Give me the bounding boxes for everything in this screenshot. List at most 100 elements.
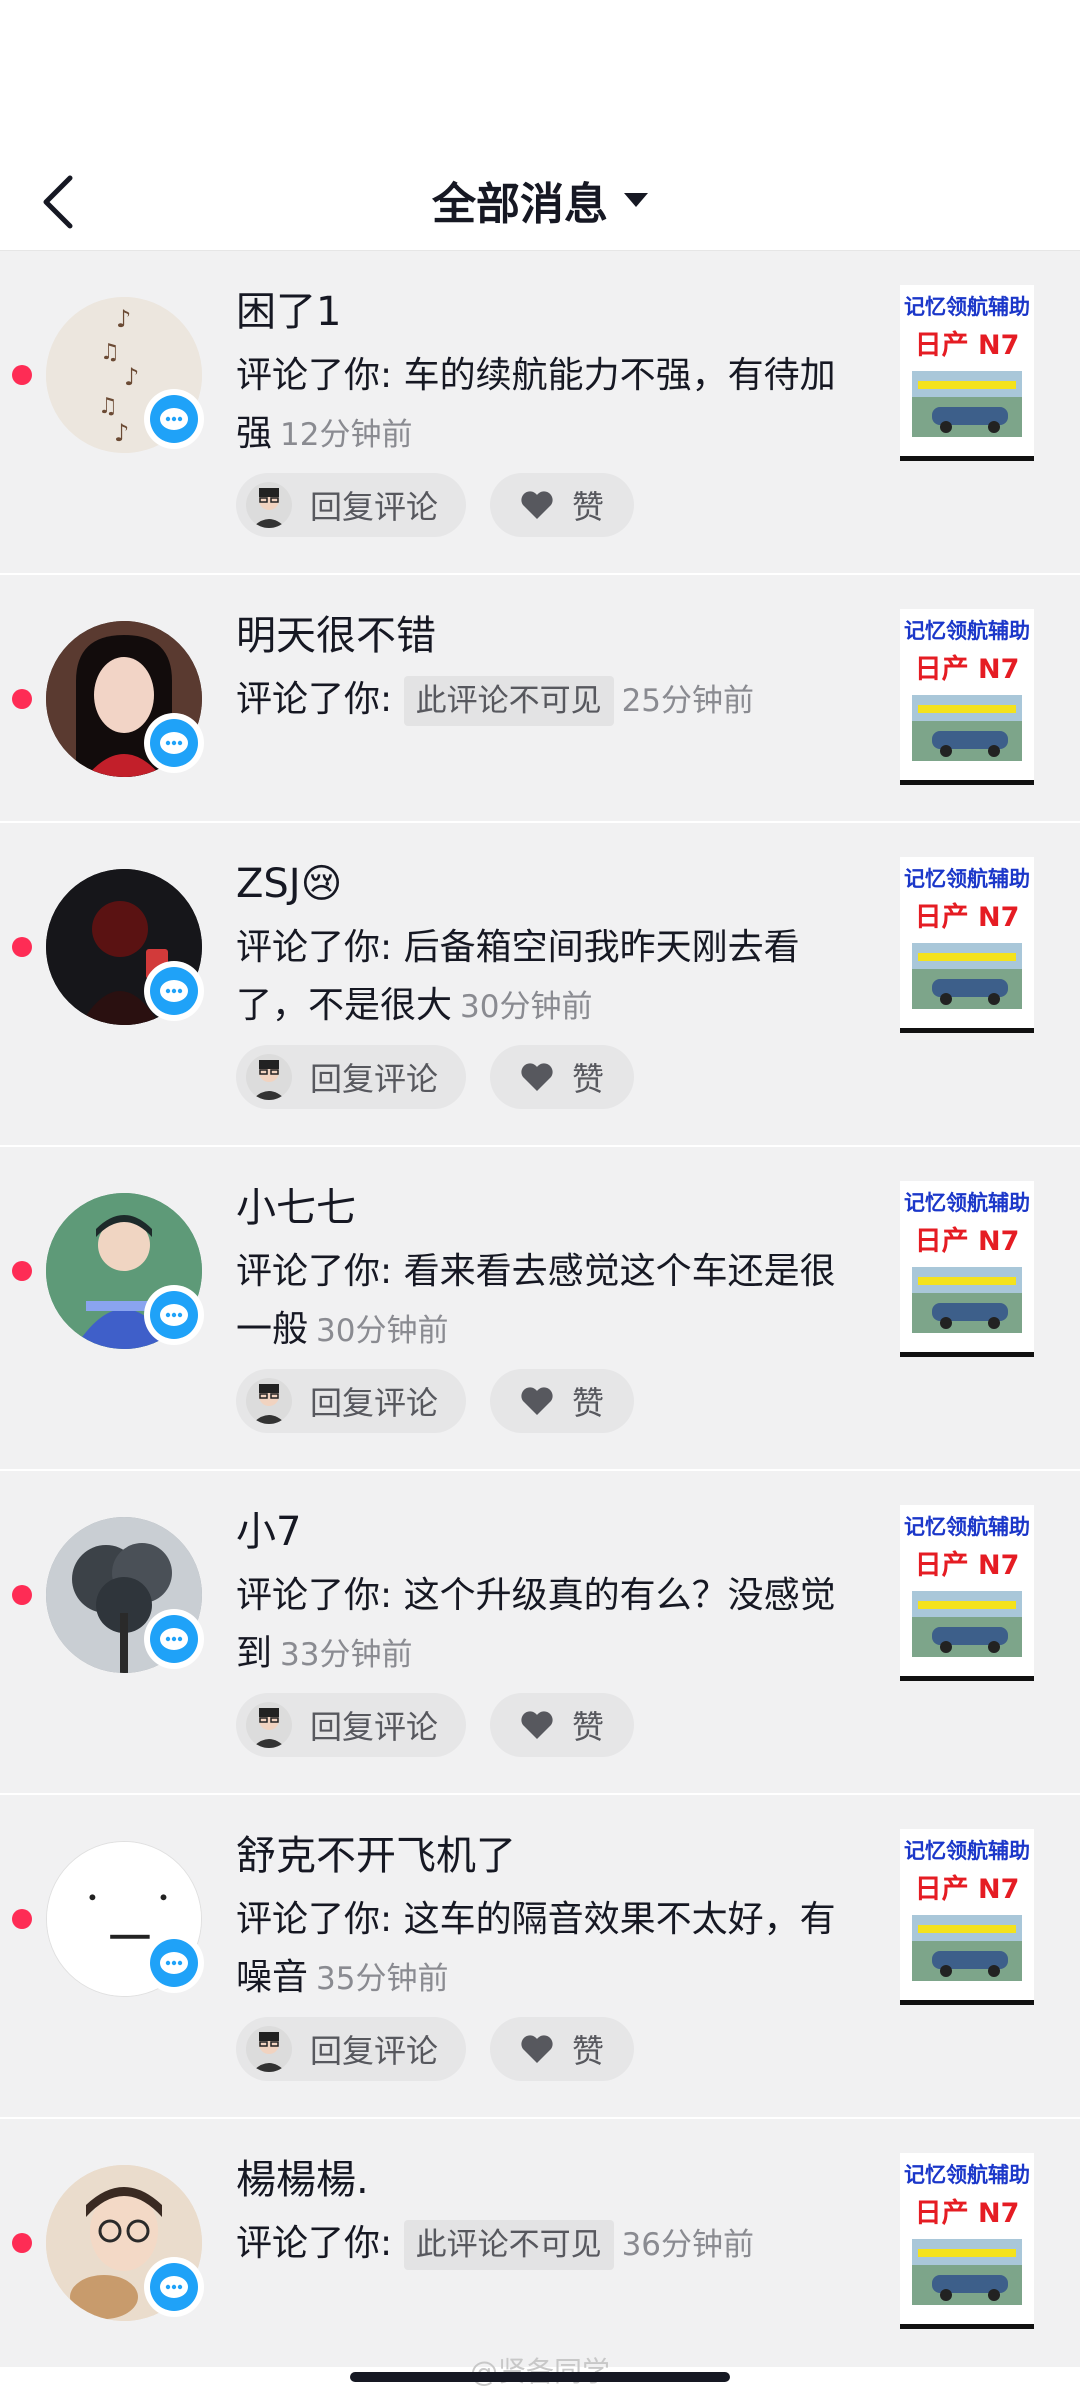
message-item[interactable]: ♪ ♫ ♪ ♫ ♪ 困了1 评论了你: 车的续航能力不强，有待加强12分钟前	[0, 251, 1080, 575]
heart-icon	[521, 1387, 553, 1415]
message-item[interactable]: 舒克不开飞机了 评论了你: 这车的隔音效果不太好，有噪音 35分钟前 回复评论 赞…	[0, 1795, 1080, 2119]
thumbnail-caption-top: 记忆领航辅助	[904, 295, 1030, 319]
thumbnail-caption-title: 日产 N7	[914, 1550, 1020, 1581]
comment-prefix: 评论了你:	[236, 1251, 404, 1292]
comment-badge-icon	[144, 1609, 204, 1669]
like-button[interactable]: 赞	[490, 1693, 635, 1757]
message-item[interactable]: 小7 评论了你: 这个升级真的有么？没感觉到 33分钟前 回复评论 赞 记忆领航辅…	[0, 1471, 1080, 1795]
comment-text: 评论了你: 后备箱空间我昨天刚去看了，不是很大 30分钟前	[236, 919, 856, 1036]
user-name[interactable]: 困了1	[236, 287, 856, 339]
comment-prefix: 评论了你:	[236, 679, 404, 720]
like-button[interactable]: 赞	[490, 1045, 635, 1109]
unread-dot	[12, 1261, 32, 1281]
comment-text: 评论了你: 这车的隔音效果不太好，有噪音 35分钟前	[236, 1891, 856, 2008]
thumbnail-caption-top: 记忆领航辅助	[904, 1191, 1030, 1215]
reply-comment-button[interactable]: 回复评论	[236, 1693, 467, 1757]
comment-badge-icon	[144, 713, 204, 773]
thumbnail-caption-top: 记忆领航辅助	[904, 619, 1030, 643]
message-item[interactable]: 小七七 评论了你: 看来看去感觉这个车还是很一般 30分钟前 回复评论 赞 记忆领…	[0, 1147, 1080, 1471]
like-button[interactable]: 赞	[490, 473, 635, 537]
svg-text:♪: ♪	[116, 305, 131, 333]
reply-comment-button[interactable]: 回复评论	[236, 2017, 467, 2081]
comment-badge-icon	[144, 2257, 204, 2317]
reply-label: 回复评论	[310, 2032, 439, 2070]
action-row: 回复评论 赞	[236, 1693, 635, 1757]
message-filter-dropdown[interactable]: 全部消息	[432, 168, 648, 232]
unread-dot	[12, 1909, 32, 1929]
thumbnail-caption-title: 日产 N7	[914, 1874, 1020, 1905]
reply-comment-button[interactable]: 回复评论	[236, 1045, 467, 1109]
like-label: 赞	[572, 1384, 605, 1422]
my-avatar	[246, 2026, 292, 2072]
like-label: 赞	[572, 2032, 605, 2070]
like-label: 赞	[572, 1060, 605, 1098]
comment-prefix: 评论了你:	[236, 1899, 404, 1940]
heart-icon	[521, 2035, 553, 2063]
car-image	[912, 695, 1022, 761]
message-item[interactable]: 楊楊楊. 评论了你: 此评论不可见 36分钟前 记忆领航辅助 日产 N7	[0, 2119, 1080, 2367]
comment-badge-icon	[144, 389, 204, 449]
user-name[interactable]: 楊楊楊.	[236, 2155, 856, 2207]
unread-dot	[12, 365, 32, 385]
timestamp: 36分钟前	[621, 2227, 755, 2263]
heart-icon	[521, 491, 553, 519]
thumbnail-caption-title: 日产 N7	[914, 330, 1020, 361]
user-name[interactable]: 舒克不开飞机了	[236, 1831, 856, 1883]
reply-label: 回复评论	[310, 1060, 439, 1098]
car-image	[912, 1591, 1022, 1657]
message-item[interactable]: ZSJ😢 评论了你: 后备箱空间我昨天刚去看了，不是很大 30分钟前 回复评论 赞…	[0, 823, 1080, 1147]
thumbnail-caption-title: 日产 N7	[914, 902, 1020, 933]
comment-text: 评论了你: 看来看去感觉这个车还是很一般 30分钟前	[236, 1243, 856, 1360]
heart-icon	[521, 1063, 553, 1091]
svg-text:♪: ♪	[124, 363, 139, 391]
comment-prefix: 评论了你:	[236, 1575, 404, 1616]
thumbnail-caption-top: 记忆领航辅助	[904, 1515, 1030, 1539]
comment-badge-icon	[144, 1285, 204, 1345]
comment-prefix: 评论了你:	[236, 2223, 404, 2264]
action-row: 回复评论 赞	[236, 1045, 635, 1109]
car-image	[912, 1915, 1022, 1981]
timestamp: 33分钟前	[280, 1637, 413, 1673]
like-button[interactable]: 赞	[490, 2017, 635, 2081]
car-image	[912, 2239, 1022, 2305]
comment-prefix: 评论了你:	[236, 927, 404, 968]
comment-badge-icon	[144, 961, 204, 1021]
back-button[interactable]	[28, 172, 88, 232]
svg-text:♫: ♫	[100, 340, 120, 365]
car-image	[912, 1267, 1022, 1333]
timestamp: 30分钟前	[460, 989, 593, 1025]
action-row: 回复评论 赞	[236, 2017, 635, 2081]
user-name[interactable]: 明天很不错	[236, 611, 856, 663]
reply-comment-button[interactable]: 回复评论	[236, 473, 467, 537]
comment-text: 评论了你: 此评论不可见 36分钟前	[236, 2215, 856, 2274]
video-thumbnail[interactable]: 记忆领航辅助 日产 N7	[900, 609, 1034, 785]
timestamp: 12分钟前	[280, 417, 413, 453]
unread-dot	[12, 1585, 32, 1605]
home-indicator[interactable]	[350, 2372, 730, 2382]
message-list: ♪ ♫ ♪ ♫ ♪ 困了1 评论了你: 车的续航能力不强，有待加强12分钟前	[0, 251, 1080, 2367]
my-avatar	[246, 1378, 292, 1424]
header: 全部消息	[0, 150, 1080, 251]
user-name[interactable]: 小七七	[236, 1183, 856, 1235]
like-button[interactable]: 赞	[490, 1369, 635, 1433]
like-label: 赞	[572, 1708, 605, 1746]
video-thumbnail[interactable]: 记忆领航辅助 日产 N7	[900, 2153, 1034, 2329]
my-avatar	[246, 1054, 292, 1100]
user-name[interactable]: ZSJ😢	[236, 859, 856, 911]
video-thumbnail[interactable]: 记忆领航辅助 日产 N7	[900, 857, 1034, 1033]
user-name[interactable]: 小7	[236, 1507, 856, 1559]
video-thumbnail[interactable]: 记忆领航辅助 日产 N7	[900, 1829, 1034, 2005]
comment-text: 评论了你: 车的续航能力不强，有待加强 12分钟前	[236, 347, 856, 464]
video-thumbnail[interactable]: 记忆领航辅助 日产 N7	[900, 285, 1034, 461]
hidden-comment-tag: 此评论不可见	[403, 676, 614, 726]
message-item[interactable]: 明天很不错 评论了你: 此评论不可见 25分钟前 记忆领航辅助 日产 N7	[0, 575, 1080, 823]
video-thumbnail[interactable]: 记忆领航辅助 日产 N7	[900, 1505, 1034, 1681]
reply-comment-button[interactable]: 回复评论	[236, 1369, 467, 1433]
caret-down-icon	[624, 193, 648, 207]
svg-text:♫: ♫	[98, 394, 118, 419]
my-avatar	[246, 482, 292, 528]
video-thumbnail[interactable]: 记忆领航辅助 日产 N7	[900, 1181, 1034, 1357]
hidden-comment-tag: 此评论不可见	[403, 2220, 614, 2270]
comment-badge-icon	[144, 1933, 204, 1993]
svg-text:♪: ♪	[114, 419, 129, 447]
